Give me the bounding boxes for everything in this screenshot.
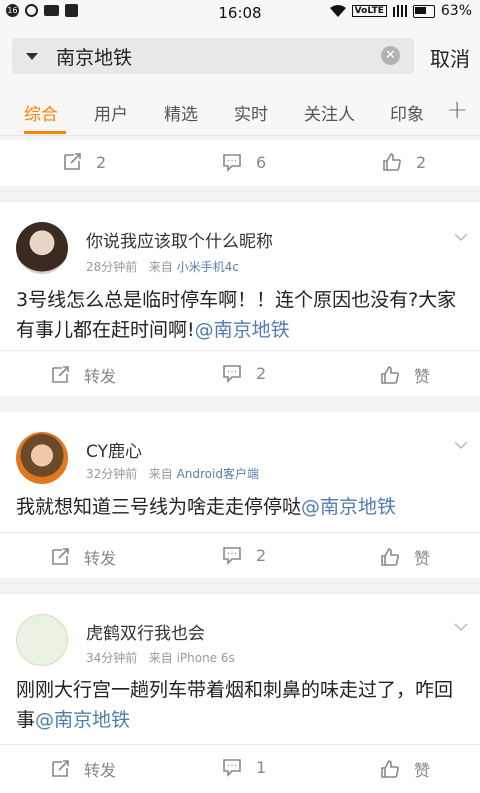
like-button[interactable]: 2	[382, 152, 426, 172]
like-count: 2	[416, 152, 427, 172]
comment-count: 2	[256, 363, 267, 383]
comment-icon	[223, 547, 241, 565]
post-text: 我就想知道三号线为啥走走停停哒@南京地铁	[16, 492, 466, 522]
repost-label: 转发	[84, 367, 117, 386]
like-icon	[381, 548, 399, 566]
post-card[interactable]: 虎鹤双行我也会 34分钟前 来自 iPhone 6s 刚刚大行宫一趟列车带着烟和…	[0, 594, 480, 793]
battery-icon	[412, 4, 435, 18]
tab-following[interactable]: 关注人	[304, 100, 355, 125]
cancel-button[interactable]: 取消	[430, 43, 470, 72]
repost-label: 转发	[84, 549, 117, 568]
like-button[interactable]: 赞	[380, 545, 430, 569]
post-actions: 转发 2 赞	[0, 532, 480, 579]
comment-icon	[223, 154, 241, 172]
like-button[interactable]: 赞	[380, 363, 430, 387]
post-text: 刚刚大行宫一趟列车带着烟和刺鼻的味走过了，咋回事@南京地铁	[16, 675, 466, 735]
username[interactable]: 你说我应该取个什么昵称	[86, 227, 273, 252]
search-query[interactable]: 南京地铁	[56, 43, 132, 70]
comment-button[interactable]: 6	[222, 152, 266, 172]
comment-button[interactable]: 2	[222, 545, 266, 565]
post-card[interactable]: 你说我应该取个什么昵称 28分钟前 来自 小米手机4c 3号线怎么总是临时停车啊…	[0, 202, 480, 396]
post-source[interactable]: 小米手机4c	[177, 260, 239, 274]
comment-count: 2	[256, 545, 267, 565]
tab-featured[interactable]: 精选	[164, 100, 198, 125]
post-source[interactable]: Android客户端	[177, 467, 259, 481]
previous-post-actions: 2 6 2	[0, 140, 480, 186]
repost-button[interactable]: 2	[62, 152, 106, 172]
comment-icon	[223, 365, 241, 383]
chevron-down-icon[interactable]	[454, 620, 468, 634]
tab-realtime[interactable]: 实时	[234, 100, 268, 125]
active-tab-indicator	[24, 131, 66, 134]
search-header: 南京地铁 ✕ 取消	[0, 26, 480, 88]
username[interactable]: 虎鹤双行我也会	[86, 619, 205, 644]
search-input[interactable]: 南京地铁 ✕	[12, 38, 414, 74]
wifi-icon	[329, 5, 346, 17]
chevron-down-icon[interactable]	[454, 230, 468, 244]
comment-button[interactable]: 2	[222, 363, 266, 383]
volte-label: VoLTE	[351, 5, 387, 17]
post-actions: 转发 2 赞	[0, 350, 480, 397]
chevron-down-icon[interactable]	[454, 438, 468, 452]
tab-users[interactable]: 用户	[94, 100, 128, 125]
avatar[interactable]	[16, 614, 68, 666]
like-icon	[383, 153, 401, 171]
like-icon	[381, 366, 399, 384]
mention-link[interactable]: @南京地铁	[35, 709, 130, 731]
from-label: 来自	[148, 260, 173, 274]
comment-count: 6	[256, 152, 267, 172]
post-source[interactable]: iPhone 6s	[177, 651, 235, 665]
repost-icon	[64, 153, 81, 170]
post-text: 3号线怎么总是临时停车啊！！连个原因也没有?大家有事儿都在赶时间啊!@南京地铁	[16, 285, 466, 345]
from-label: 来自	[148, 467, 173, 481]
status-right: VoLTE 63%	[329, 3, 472, 19]
post-time: 28分钟前	[86, 260, 138, 274]
post-card[interactable]: CY鹿心 32分钟前 来自 Android客户端 我就想知道三号线为啥走走停停哒…	[0, 412, 480, 578]
from-label: 来自	[148, 651, 173, 665]
clear-icon[interactable]: ✕	[381, 46, 400, 65]
like-label: 赞	[414, 761, 431, 780]
post-body: 我就想知道三号线为啥走走停停哒	[16, 496, 302, 518]
battery-percent: 63%	[440, 3, 472, 19]
like-button[interactable]: 赞	[380, 757, 430, 781]
post-meta: 32分钟前 来自 Android客户端	[86, 465, 259, 482]
tab-impression[interactable]: 印象	[390, 100, 426, 125]
avatar[interactable]	[16, 222, 68, 274]
post-meta: 34分钟前 来自 iPhone 6s	[86, 649, 235, 666]
repost-label: 转发	[84, 761, 117, 780]
tab-all[interactable]: 综合	[24, 100, 58, 125]
avatar[interactable]	[16, 432, 68, 484]
repost-icon	[52, 366, 69, 383]
like-label: 赞	[414, 549, 431, 568]
like-icon	[381, 760, 399, 778]
username[interactable]: CY鹿心	[86, 437, 142, 462]
repost-icon	[52, 548, 69, 565]
mention-link[interactable]: @南京地铁	[195, 319, 290, 341]
comment-icon	[223, 759, 241, 777]
comment-count: 1	[256, 757, 267, 777]
repost-button[interactable]: 转发	[50, 545, 116, 569]
post-actions: 转发 1 赞	[0, 744, 480, 791]
repost-button[interactable]: 转发	[50, 363, 116, 387]
post-time: 34分钟前	[86, 651, 138, 665]
repost-button[interactable]: 转发	[50, 757, 116, 781]
post-meta: 28分钟前 来自 小米手机4c	[86, 258, 239, 275]
post-time: 32分钟前	[86, 467, 138, 481]
like-label: 赞	[414, 367, 431, 386]
add-tab-icon[interactable]: +	[446, 95, 468, 125]
comment-button[interactable]: 1	[222, 757, 266, 777]
signal-icon	[392, 5, 407, 17]
status-bar: 16 16:08 VoLTE 63%	[0, 0, 480, 26]
repost-icon	[52, 760, 69, 777]
repost-count: 2	[96, 152, 107, 172]
search-tabs: 综合 用户 精选 实时 关注人 印象 +	[0, 88, 480, 136]
dropdown-caret-icon[interactable]	[26, 52, 38, 60]
mention-link[interactable]: @南京地铁	[301, 496, 396, 518]
